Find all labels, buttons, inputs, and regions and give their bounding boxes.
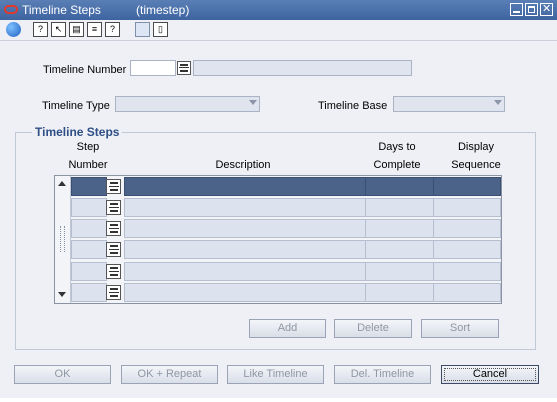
ok-button[interactable]: OK [14,365,111,384]
steps-grid [54,175,502,304]
help-icon[interactable]: ? [105,22,120,37]
scroll-grip-icon[interactable] [60,226,65,252]
globe-icon[interactable] [6,22,21,37]
blank-icon[interactable] [135,22,150,37]
days-cell[interactable] [365,283,434,302]
days-cell[interactable] [365,177,434,196]
chevron-down-icon [249,100,257,105]
save-icon[interactable]: ▤ [69,22,84,37]
description-cell[interactable] [124,240,366,259]
cancel-button-label: Cancel [472,368,508,380]
sequence-cell[interactable] [433,240,501,259]
col-step-number-line2: Number [68,159,108,171]
timeline-number-lov-icon[interactable] [177,61,191,75]
sequence-cell[interactable] [433,177,501,196]
col-step-number-line1: Step [76,141,100,153]
days-cell[interactable] [365,219,434,238]
step-lov-icon[interactable] [106,200,121,215]
col-description: Description [215,159,271,171]
col-display-line2: Sequence [451,159,501,171]
step-number-cell[interactable] [71,262,107,281]
description-cell[interactable] [124,219,366,238]
oracle-logo-icon [4,5,18,14]
add-button[interactable]: Add [249,319,326,338]
cursor-help-icon[interactable]: ↖ [51,22,66,37]
step-lov-icon[interactable] [106,221,121,236]
step-lov-icon[interactable] [106,264,121,279]
delete-button[interactable]: Delete [334,319,412,338]
timeline-base-label: Timeline Base [318,100,388,112]
timeline-description-field [193,60,412,76]
table-row[interactable] [71,197,501,217]
description-cell[interactable] [124,177,366,196]
table-row[interactable] [71,261,501,281]
table-row[interactable] [71,218,501,238]
description-cell[interactable] [124,283,366,302]
toolbar: ? ↖ ▤ ≡ ? ▯ [0,20,557,41]
step-number-cell[interactable] [71,198,107,217]
description-cell[interactable] [124,198,366,217]
days-cell[interactable] [365,198,434,217]
scroll-up-icon[interactable] [57,178,68,189]
col-days-line1: Days to [378,141,416,153]
table-row[interactable] [71,176,501,196]
ok-repeat-button[interactable]: OK + Repeat [121,365,218,384]
days-cell[interactable] [365,262,434,281]
scroll-down-icon[interactable] [57,289,68,300]
chevron-down-icon [494,100,502,105]
title-bar: Timeline Steps (timestep) [0,0,557,20]
table-row[interactable] [71,282,501,302]
help-query-icon[interactable]: ? [33,22,48,37]
timeline-base-select[interactable] [393,96,505,112]
window-subtitle: (timestep) [136,3,190,17]
step-lov-icon[interactable] [106,242,121,257]
col-days-line2: Complete [373,159,421,171]
step-number-cell[interactable] [71,177,107,196]
timeline-number-input[interactable] [130,60,176,76]
table-row[interactable] [71,239,501,259]
step-number-cell[interactable] [71,283,107,302]
step-number-cell[interactable] [71,219,107,238]
step-lov-icon[interactable] [106,179,121,194]
step-lov-icon[interactable] [106,285,121,300]
timeline-steps-window: Timeline Steps (timestep) ? ↖ ▤ ≡ ? ▯ Ti… [0,0,557,402]
sequence-cell[interactable] [433,198,501,217]
step-number-cell[interactable] [71,240,107,259]
maximize-icon[interactable] [525,3,538,16]
close-icon[interactable] [540,2,553,16]
days-cell[interactable] [365,240,434,259]
sequence-cell[interactable] [433,283,501,302]
vertical-scrollbar[interactable] [55,176,71,303]
col-display-line1: Display [457,141,495,153]
timeline-number-label: Timeline Number [43,64,127,76]
window-title: Timeline Steps [22,3,101,17]
timeline-type-select[interactable] [115,96,260,112]
description-cell[interactable] [124,262,366,281]
sort-button[interactable]: Sort [421,319,499,338]
new-document-icon[interactable]: ▯ [153,22,168,37]
sequence-cell[interactable] [433,262,501,281]
print-icon[interactable]: ≡ [87,22,102,37]
window-bottom-edge [0,398,557,402]
like-timeline-button[interactable]: Like Timeline [227,365,324,384]
sequence-cell[interactable] [433,219,501,238]
timeline-steps-group-title: Timeline Steps [32,125,123,139]
minimize-icon[interactable] [510,3,523,16]
timeline-type-label: Timeline Type [42,100,110,112]
cancel-button[interactable]: Cancel [441,365,539,384]
del-timeline-button[interactable]: Del. Timeline [334,365,431,384]
